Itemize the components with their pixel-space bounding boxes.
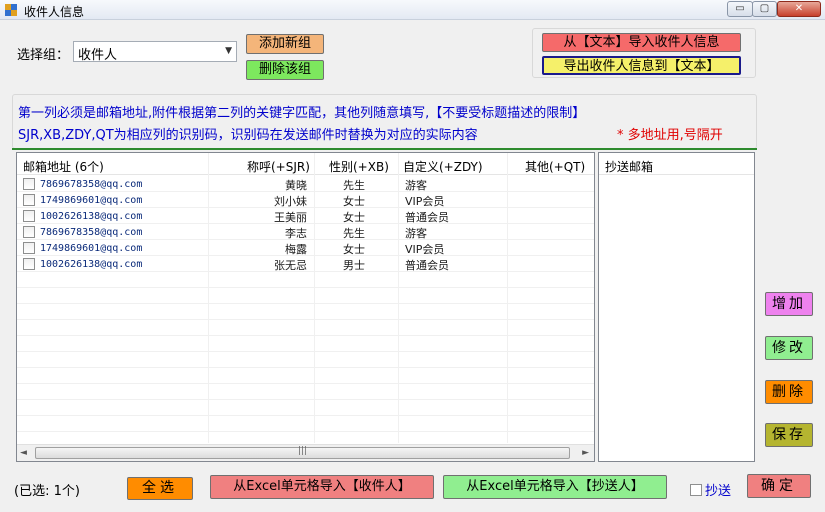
scroll-thumb[interactable]: ||| [35, 446, 570, 459]
row-custom: VIP会员 [405, 195, 445, 208]
row-custom: 普通会员 [405, 211, 449, 224]
row-gender: 女士 [343, 195, 365, 208]
import-from-text-button[interactable]: 从【文本】导入收件人信息 [542, 33, 741, 52]
edit-button[interactable]: 修改 [765, 336, 813, 360]
table-row[interactable]: 7869678358@qq.com 李志 先生 游客 [17, 224, 594, 240]
table-row[interactable]: 1749869601@qq.com 刘小妹 女士 VIP会员 [17, 192, 594, 208]
add-group-button[interactable]: 添加新组 [246, 34, 324, 54]
info-text-line2: SJR,XB,ZDY,QT为相应列的识别码，识别码在发送邮件时替换为对应的实际内… [18, 128, 478, 143]
info-note: * 多地址用,号隔开 [617, 128, 723, 143]
scroll-grip-icon: ||| [298, 446, 308, 456]
export-to-text-button[interactable]: 导出收件人信息到【文本】 [542, 56, 741, 75]
ok-button[interactable]: 确定 [747, 474, 811, 498]
group-label: 选择组： [17, 48, 70, 63]
scroll-left-icon[interactable]: ◄ [20, 448, 27, 458]
row-name: 张无忌 [274, 259, 307, 272]
maximize-button[interactable]: ▢ [752, 1, 777, 17]
row-email: 1749869601@qq.com [40, 243, 143, 254]
import-recipient-excel-button[interactable]: 从Excel单元格导入【收件人】 [210, 475, 434, 499]
row-custom: 游客 [405, 227, 427, 240]
app-icon [5, 4, 17, 16]
row-gender: 女士 [343, 211, 365, 224]
row-email: 1002626138@qq.com [40, 211, 143, 222]
table-row[interactable]: 1749869601@qq.com 梅露 女士 VIP会员 [17, 240, 594, 256]
row-email: 7869678358@qq.com [40, 179, 143, 190]
row-email: 7869678358@qq.com [40, 227, 143, 238]
close-button[interactable]: ✕ [777, 1, 821, 17]
row-checkbox[interactable] [23, 258, 35, 270]
row-email: 1749869601@qq.com [40, 195, 143, 206]
header-email[interactable]: 邮箱地址 (6个) [23, 158, 104, 175]
row-gender: 女士 [343, 243, 365, 256]
row-custom: 游客 [405, 179, 427, 192]
row-gender: 先生 [343, 227, 365, 240]
cc-checkbox-label[interactable]: 抄送 [705, 480, 731, 499]
window-title: 收件人信息 [24, 5, 85, 19]
row-name: 王美丽 [274, 211, 307, 224]
header-other[interactable]: 其他(+QT) [525, 158, 585, 175]
header-custom[interactable]: 自定义(+ZDY) [403, 158, 483, 175]
group-select-value: 收件人 [78, 48, 118, 63]
row-name: 李志 [285, 227, 307, 240]
minimize-button[interactable]: ▭ [727, 1, 753, 17]
header-name[interactable]: 称呼(+SJR) [247, 158, 310, 175]
table-row[interactable]: 7869678358@qq.com 黄晓 先生 游客 [17, 176, 594, 192]
header-gender[interactable]: 性别(+XB) [329, 158, 389, 175]
group-select[interactable]: 收件人 ▼ [73, 41, 237, 63]
delete-button[interactable]: 删除 [765, 380, 813, 404]
import-cc-excel-button[interactable]: 从Excel单元格导入【抄送人】 [443, 475, 667, 499]
cc-list[interactable]: 抄送邮箱 [598, 152, 755, 462]
row-gender: 先生 [343, 179, 365, 192]
table-row[interactable]: 1002626138@qq.com 王美丽 女士 普通会员 [17, 208, 594, 224]
table-row[interactable]: 1002626138@qq.com 张无忌 男士 普通会员 [17, 256, 594, 272]
row-custom: 普通会员 [405, 259, 449, 272]
row-custom: VIP会员 [405, 243, 445, 256]
row-checkbox[interactable] [23, 194, 35, 206]
cc-list-title: 抄送邮箱 [605, 160, 654, 174]
title-bar: 收件人信息 ▭ ▢ ✕ [0, 0, 825, 20]
row-name: 刘小妹 [274, 195, 307, 208]
row-checkbox[interactable] [23, 226, 35, 238]
selected-count: (已选: 1个) [14, 484, 80, 499]
row-checkbox[interactable] [23, 242, 35, 254]
cc-checkbox[interactable] [690, 484, 702, 496]
delete-group-button[interactable]: 删除该组 [246, 60, 324, 80]
info-text-line1: 第一列必须是邮箱地址,附件根据第二列的关键字匹配，其他列随意填写,【不要受标题描… [18, 106, 586, 121]
row-checkbox[interactable] [23, 210, 35, 222]
select-all-button[interactable]: 全选 [127, 477, 193, 500]
recipient-table[interactable]: 邮箱地址 (6个) 称呼(+SJR) 性别(+XB) 自定义(+ZDY) 其他(… [16, 152, 595, 462]
row-checkbox[interactable] [23, 178, 35, 190]
row-name: 黄晓 [285, 179, 307, 192]
row-email: 1002626138@qq.com [40, 259, 143, 270]
row-gender: 男士 [343, 259, 365, 272]
cc-list-header: 抄送邮箱 [599, 153, 754, 175]
horizontal-scrollbar[interactable]: ◄ ||| ► [17, 444, 594, 461]
divider [12, 148, 757, 150]
scroll-right-icon[interactable]: ► [582, 448, 589, 458]
save-button[interactable]: 保存 [765, 423, 813, 447]
add-button[interactable]: 增加 [765, 292, 813, 316]
chevron-down-icon: ▼ [225, 46, 232, 56]
row-name: 梅露 [285, 243, 307, 256]
